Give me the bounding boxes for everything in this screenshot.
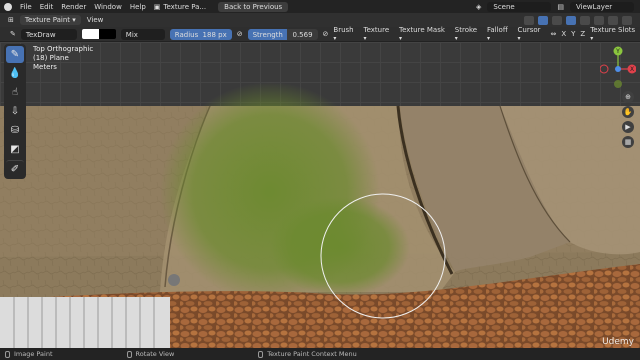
clone-brush-icon[interactable]: ⇩ (6, 103, 24, 120)
visibility-icon[interactable] (524, 15, 534, 25)
neg-y-axis-handle[interactable] (614, 80, 622, 88)
rendered-shading-icon[interactable] (622, 15, 632, 25)
primary-color[interactable] (81, 29, 99, 39)
menu-file[interactable]: File (20, 3, 32, 11)
top-menubar: File Edit Render Window Help ▣ Texture P… (0, 0, 640, 13)
gizmo-toggle-icon[interactable] (538, 15, 548, 25)
xray-icon[interactable] (566, 15, 576, 25)
status-middle: Rotate View (126, 350, 174, 358)
y-axis-label: Y (615, 48, 620, 55)
strength-slider[interactable]: Strength 0.569 (247, 28, 318, 40)
units-label: Meters (33, 63, 57, 71)
stroke-menu[interactable]: Stroke (455, 26, 482, 42)
viewport-info: Top Orthographic (18) Plane Meters (33, 45, 93, 72)
tool-settings-bar: ✎ TexDraw Mix Radius 188 px ⊘ Strength 0… (0, 26, 640, 42)
mask-brush-icon[interactable]: ◩ (6, 141, 24, 158)
brush-name-field[interactable]: TexDraw (20, 28, 77, 40)
fill-brush-icon[interactable]: ⛁ (6, 122, 24, 139)
menu-edit[interactable]: Edit (40, 3, 54, 11)
editor-type-icon[interactable]: ⊞ (8, 16, 14, 24)
annotate-icon[interactable]: ✐ (6, 160, 24, 177)
draw-brush-icon[interactable]: ✎ (6, 46, 24, 63)
zoom-icon[interactable]: ⊕ (622, 91, 634, 103)
view-layer-icon: ▤ (557, 2, 564, 11)
menu-render[interactable]: Render (61, 3, 86, 11)
solid-shading-icon[interactable] (594, 15, 604, 25)
menu-window[interactable]: Window (94, 3, 122, 11)
axis-z-toggle[interactable]: Z (580, 30, 585, 38)
view-layer-selector[interactable]: ViewLayer (570, 1, 634, 12)
status-left: Image Paint (5, 350, 53, 358)
object-name: (18) Plane (33, 54, 69, 62)
perspective-toggle-icon[interactable]: ▦ (622, 136, 634, 148)
back-to-previous-button[interactable]: Back to Previous (218, 1, 289, 12)
overlay-icon[interactable] (552, 15, 562, 25)
right-mouse-icon (258, 350, 264, 358)
navigation-buttons: ⊕ ✋ ▶ ▦ (622, 91, 634, 148)
camera-view-icon[interactable]: ▶ (622, 121, 634, 133)
color-swatch[interactable] (81, 29, 116, 39)
menu-help[interactable]: Help (130, 3, 146, 11)
editor-header: ⊞ Texture Paint ▾ View (0, 13, 640, 27)
3d-viewport[interactable]: Top Orthographic (18) Plane Meters (0, 42, 640, 348)
status-right: Texture Paint Context Menu (258, 350, 357, 358)
secondary-color[interactable] (98, 29, 116, 39)
painted-plane[interactable] (0, 42, 640, 348)
tool-shelf: ✎ 💧 ☝ ⇩ ⛁ ◩ ✐ (4, 44, 26, 179)
status-bar: Image Paint Rotate View Texture Paint Co… (0, 348, 640, 360)
middle-mouse-icon (126, 350, 132, 358)
view-name: Top Orthographic (33, 45, 94, 53)
soften-brush-icon[interactable]: 💧 (6, 65, 24, 82)
mode-selector[interactable]: Texture Paint ▾ (19, 15, 81, 25)
axis-y-toggle[interactable]: Y (571, 30, 575, 38)
falloff-menu[interactable]: Falloff (487, 26, 513, 42)
pressure-strength-icon[interactable]: ⊘ (323, 30, 329, 38)
axis-x-toggle[interactable]: X (561, 30, 566, 38)
watermark-logo: Udemy (602, 337, 634, 347)
scene-icon: ◈ (475, 2, 482, 11)
workspace-tab[interactable]: ▣ Texture Pa... (154, 3, 206, 11)
navigation-gizmo[interactable]: Y X (600, 44, 636, 90)
texture-mask-menu[interactable]: Texture Mask (399, 26, 450, 42)
cursor-menu[interactable]: Cursor (518, 26, 546, 42)
texture-slots-menu[interactable]: Texture Slots (590, 26, 640, 42)
brush-menu[interactable]: Brush (333, 26, 358, 42)
x-axis-label: X (630, 66, 634, 73)
radius-slider[interactable]: Radius 188 px (169, 28, 232, 40)
paint-icon: ▣ (153, 2, 161, 11)
z-axis-handle[interactable] (615, 66, 621, 72)
smear-brush-icon[interactable]: ☝ (6, 84, 24, 101)
pan-hand-icon[interactable]: ✋ (622, 106, 634, 118)
blend-mode-select[interactable]: Mix (120, 28, 165, 40)
scene-selector[interactable]: Scene (487, 1, 552, 12)
left-mouse-icon (5, 350, 10, 358)
texture-menu[interactable]: Texture (364, 26, 395, 42)
material-shading-icon[interactable] (608, 15, 618, 25)
pressure-radius-icon[interactable]: ⊘ (237, 30, 243, 38)
view-menu[interactable]: View (87, 16, 104, 24)
brush-icon: ✎ (10, 30, 16, 38)
neg-x-axis-handle[interactable] (600, 64, 609, 74)
symmetry-icon: ⇔ (550, 30, 557, 38)
blender-logo-icon[interactable] (4, 2, 12, 11)
wireframe-shading-icon[interactable] (580, 15, 590, 25)
